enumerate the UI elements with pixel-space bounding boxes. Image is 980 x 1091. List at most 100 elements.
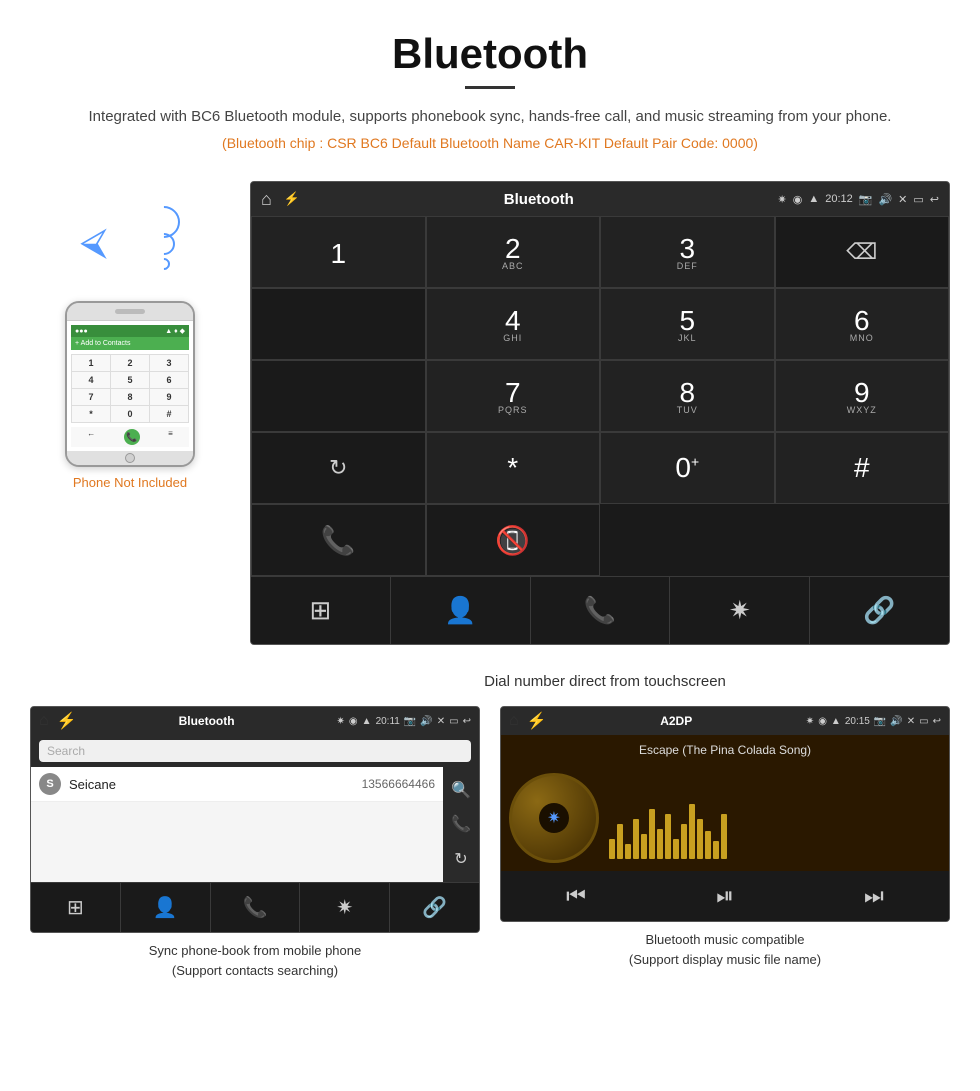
pb-close-icon[interactable]: ✕ [437, 716, 445, 727]
dial-key-9[interactable]: 9WXYZ [775, 360, 950, 432]
main-content: ⮘ ●●● ▲ ♦ ◆ + Add to Contacts [0, 181, 980, 645]
dial-key-0[interactable]: 0+ [600, 432, 775, 504]
time-display: 20:12 [825, 193, 853, 205]
contact-name: Seicane [69, 777, 354, 792]
phone-home-button[interactable] [125, 453, 135, 463]
pb-vol-icon: 🔊 [420, 716, 432, 727]
phone-key-5[interactable]: 5 [111, 372, 149, 388]
pb-back-icon[interactable]: ↩ [463, 716, 471, 727]
search-placeholder: Search [47, 744, 85, 758]
phone-back-btn[interactable]: ← [87, 429, 95, 445]
music-status-left: ⌂ ⚡ [509, 711, 547, 731]
bottom-screenshots: ⌂ ⚡ Bluetooth ✷ ◉ ▲ 20:11 📷 🔊 ✕ ▭ ↩ [0, 706, 980, 1004]
phone-status-dots: ●●● [75, 328, 88, 335]
phone-key-9[interactable]: 9 [150, 389, 188, 405]
car-screen-statusbar: ⌂ ⚡ Bluetooth ✷ ◉ ▲ 20:12 📷 🔊 ✕ ▭ ↩ [251, 182, 949, 216]
dial-key-1[interactable]: 1 [251, 216, 426, 288]
pb-btn-contacts[interactable]: 👤 [121, 883, 211, 932]
phone-key-3[interactable]: 3 [150, 355, 188, 371]
phone-key-2[interactable]: 2 [111, 355, 149, 371]
car-btn-link[interactable]: 🔗 [810, 577, 949, 644]
pb-btn-link[interactable]: 🔗 [390, 883, 479, 932]
music-home-icon[interactable]: ⌂ [509, 712, 519, 730]
music-usb-icon: ⚡ [527, 711, 547, 731]
contact-row-seicane[interactable]: S Seicane 13566664466 [31, 767, 443, 802]
signal-icon: ▲ [808, 193, 819, 205]
music-player-content: ✷ [501, 765, 949, 871]
phone-key-star[interactable]: * [72, 406, 110, 422]
home-icon[interactable]: ⌂ [261, 189, 272, 210]
music-back-icon[interactable]: ↩ [933, 716, 941, 727]
phone-status-bar: ●●● ▲ ♦ ◆ [71, 325, 189, 337]
phone-key-hash[interactable]: # [150, 406, 188, 422]
phonebook-screenshot: ⌂ ⚡ Bluetooth ✷ ◉ ▲ 20:11 📷 🔊 ✕ ▭ ↩ [30, 706, 480, 984]
music-status-right: ✷ ◉ ▲ 20:15 📷 🔊 ✕ ▭ ↩ [806, 716, 941, 727]
dial-backspace[interactable]: ⌫ [775, 216, 950, 288]
sidebar-refresh-icon[interactable]: ↻ [454, 849, 467, 869]
phonebook-bottom-bar: ⊞ 👤 📞 ✷ 🔗 [31, 882, 479, 932]
eq-bar-4 [633, 819, 639, 859]
phone-key-6[interactable]: 6 [150, 372, 188, 388]
music-sig-icon: ▲ [831, 716, 841, 727]
phone-call-btn[interactable]: 📞 [124, 429, 140, 445]
song-name: Escape (The Pina Colada Song) [639, 743, 811, 757]
dial-empty-2 [251, 360, 426, 432]
next-track-btn[interactable]: ⏭ [864, 883, 884, 909]
play-pause-btn[interactable]: ⏯ [716, 883, 734, 909]
phone-status-icons: ▲ ♦ ◆ [165, 327, 185, 335]
phonebook-caption-line1: Sync phone-book from mobile phone [149, 943, 361, 958]
dial-refresh[interactable]: ↻ [251, 432, 426, 504]
phonebook-sidebar: 🔍 📞 ↻ [443, 767, 479, 882]
car-btn-bluetooth[interactable]: ✷ [670, 577, 810, 644]
music-caption-line1: Bluetooth music compatible [646, 932, 805, 947]
phone-illustration: ⮘ ●●● ▲ ♦ ◆ + Add to Contacts [30, 181, 230, 490]
dial-key-5[interactable]: 5JKL [600, 288, 775, 360]
music-loc-icon: ◉ [818, 716, 827, 727]
dial-key-8[interactable]: 8TUV [600, 360, 775, 432]
phone-key-7[interactable]: 7 [72, 389, 110, 405]
car-btn-grid[interactable]: ⊞ [251, 577, 391, 644]
dial-key-star[interactable]: * [426, 432, 601, 504]
dial-key-4[interactable]: 4GHI [426, 288, 601, 360]
bluetooth-specs: (Bluetooth chip : CSR BC6 Default Blueto… [60, 135, 920, 151]
phonebook-home-icon[interactable]: ⌂ [39, 712, 49, 730]
wifi-waves [148, 216, 180, 270]
back-icon[interactable]: ↩ [930, 193, 939, 206]
dial-key-7[interactable]: 7PQRS [426, 360, 601, 432]
search-bar[interactable]: Search [39, 740, 471, 762]
dial-call-green[interactable]: 📞 [251, 504, 426, 576]
close-icon[interactable]: ✕ [898, 193, 907, 206]
pb-btn-phone[interactable]: 📞 [211, 883, 301, 932]
dial-key-2[interactable]: 2ABC [426, 216, 601, 288]
dial-key-6[interactable]: 6MNO [775, 288, 950, 360]
eq-bar-1 [609, 839, 615, 859]
music-right [609, 773, 941, 863]
music-caption: Bluetooth music compatible (Support disp… [623, 922, 827, 973]
music-bt-art-icon: ✷ [547, 808, 560, 828]
phone-menu-btn[interactable]: ≡ [168, 429, 173, 445]
phone-key-0[interactable]: 0 [111, 406, 149, 422]
phonebook-usb-icon: ⚡ [57, 711, 77, 731]
sidebar-search-icon[interactable]: 🔍 [451, 780, 471, 800]
bt-status-icon: ✷ [777, 193, 786, 206]
dial-key-hash[interactable]: # [775, 432, 950, 504]
dial-key-3[interactable]: 3DEF [600, 216, 775, 288]
sidebar-phone-icon[interactable]: 📞 [451, 814, 471, 834]
pb-win-icon: ▭ [449, 716, 458, 727]
phonebook-caption: Sync phone-book from mobile phone (Suppo… [143, 933, 367, 984]
phone-key-8[interactable]: 8 [111, 389, 149, 405]
pb-btn-bt[interactable]: ✷ [300, 883, 390, 932]
phone-key-4[interactable]: 4 [72, 372, 110, 388]
usb-icon: ⚡ [284, 191, 300, 207]
dial-call-red[interactable]: 📵 [426, 504, 601, 576]
car-btn-contacts[interactable]: 👤 [391, 577, 531, 644]
car-btn-phone[interactable]: 📞 [531, 577, 671, 644]
phone-top-bar [67, 303, 193, 321]
eq-bar-10 [681, 824, 687, 859]
pb-btn-grid[interactable]: ⊞ [31, 883, 121, 932]
music-close-icon[interactable]: ✕ [907, 716, 915, 727]
phone-key-1[interactable]: 1 [72, 355, 110, 371]
prev-track-btn[interactable]: ⏮ [566, 883, 586, 909]
title-divider [465, 86, 515, 89]
phone-not-included: Phone Not Included [73, 475, 187, 490]
